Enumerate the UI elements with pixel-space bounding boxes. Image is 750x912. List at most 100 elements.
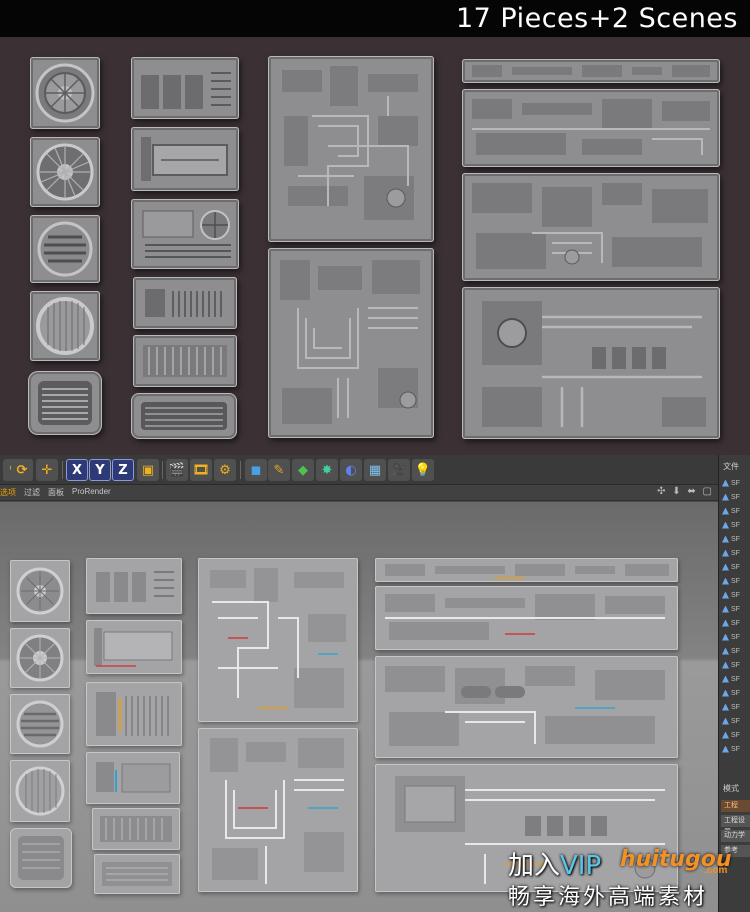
object-row[interactable]: SF (722, 477, 750, 489)
watermark-join: 加入 (508, 851, 561, 881)
object-row[interactable]: SF (722, 589, 750, 601)
object-label: SF (731, 479, 740, 487)
subdivision-button[interactable]: ◆ (292, 459, 314, 481)
object-row[interactable]: SF (722, 673, 750, 685)
object-icon (722, 731, 729, 739)
object-row[interactable]: SF (722, 547, 750, 559)
attr-tab-dynamics[interactable]: 动力学 (721, 830, 750, 842)
toolbar-separator (240, 461, 241, 479)
attr-tab-project[interactable]: 工程 (721, 800, 750, 812)
menu-panel[interactable]: 面板 (48, 487, 64, 498)
vp-box-3 (86, 682, 182, 746)
vp-circuit-lower (198, 728, 358, 892)
object-row[interactable]: SF (722, 687, 750, 699)
object-row[interactable]: SF (722, 645, 750, 657)
menu-options[interactable]: 选项 (0, 487, 16, 498)
object-row[interactable]: SF (722, 561, 750, 573)
object-icon (722, 535, 729, 543)
object-icon (722, 479, 729, 487)
y-axis-button[interactable]: Y (89, 459, 111, 481)
vp-box-1 (86, 558, 182, 614)
object-icon (722, 493, 729, 501)
vp-fan-2 (10, 628, 70, 688)
floor-button[interactable]: ▦ (364, 459, 386, 481)
wide-panel-2 (462, 89, 720, 167)
vp-wide-3 (375, 656, 678, 758)
object-icon (722, 619, 729, 627)
object-label: SF (731, 549, 740, 557)
object-label: SF (731, 717, 740, 725)
toolbar-separator (62, 461, 63, 479)
object-row[interactable]: SF (722, 659, 750, 671)
vp-vent-4 (10, 760, 70, 822)
main-toolbar: ↖ ⟳ ✛ X Y Z ▣ 🎬 🎞 ⚙ ◼ ✎ ◆ ✸ ◐ ▦ 🎥 💡 (0, 455, 720, 485)
watermark-vip: VIP (560, 851, 602, 881)
x-axis-button[interactable]: X (66, 459, 88, 481)
object-row[interactable]: SF (722, 617, 750, 629)
object-row[interactable]: SF (722, 715, 750, 727)
vp-vent-3 (10, 694, 70, 754)
object-label: SF (731, 493, 740, 501)
object-label: SF (731, 563, 740, 571)
object-row[interactable]: SF (722, 743, 750, 755)
object-row[interactable]: SF (722, 533, 750, 545)
render-settings-button[interactable]: ⚙ (214, 459, 236, 481)
object-label: SF (731, 577, 740, 585)
object-label: SF (731, 591, 740, 599)
vp-circuit-upper (198, 558, 358, 722)
render-picture-viewer-button[interactable]: 🎞 (190, 459, 212, 481)
cube-button[interactable]: ◼ (245, 459, 267, 481)
object-label: SF (731, 619, 740, 627)
rotate-tool-button[interactable]: ⟳ (11, 459, 33, 481)
vent-panel-3 (30, 215, 100, 283)
render-view-button[interactable]: 🎬 (166, 459, 188, 481)
object-label: SF (731, 689, 740, 697)
box-panel-5 (133, 335, 237, 387)
fan-panel-2 (30, 137, 100, 207)
vp-grille-5 (10, 828, 72, 888)
object-icon (722, 717, 729, 725)
object-icon (722, 563, 729, 571)
fan-panel-1 (30, 57, 100, 129)
object-row[interactable]: SF (722, 701, 750, 713)
camera-button[interactable]: 🎥 (388, 459, 410, 481)
wide-panel-3 (462, 173, 720, 281)
attribute-mode-label[interactable]: 模式 (723, 783, 739, 794)
object-manager-sidebar: 文件 SF SF SF SF SF SF SF SF SF SF SF SF S… (718, 455, 750, 912)
deformer-button[interactable]: ◐ (340, 459, 362, 481)
menu-filter[interactable]: 过滤 (24, 487, 40, 498)
object-label: SF (731, 535, 740, 543)
top-banner: 17 Pieces+2 Scenes (0, 0, 750, 37)
pen-tool-button[interactable]: ✎ (268, 459, 290, 481)
object-row[interactable]: SF (722, 575, 750, 587)
object-icon (722, 745, 729, 753)
attr-tab-project-settings[interactable]: 工程设置 (721, 815, 750, 836)
object-row[interactable]: SF (722, 603, 750, 615)
object-row[interactable]: SF (722, 729, 750, 741)
box-panel-1 (131, 57, 239, 119)
vp-box-5 (92, 808, 180, 850)
coordinate-system-button[interactable]: ▣ (137, 459, 159, 481)
object-row[interactable]: SF (722, 519, 750, 531)
z-axis-button[interactable]: Z (112, 459, 134, 481)
object-row[interactable]: SF (722, 505, 750, 517)
object-label: SF (731, 521, 740, 529)
grille-panel-5 (28, 371, 102, 435)
circuit-panel-lower (268, 248, 434, 438)
vp-box-2 (86, 620, 182, 674)
circuit-panel-upper (268, 56, 434, 242)
object-row[interactable]: SF (722, 631, 750, 643)
mograph-button[interactable]: ✸ (316, 459, 338, 481)
object-manager-header[interactable]: 文件 (723, 461, 739, 472)
add-tool-button[interactable]: ✛ (36, 459, 58, 481)
viewport-navigation-controls[interactable]: ✣ ⬇ ⬌ ▢ (657, 486, 714, 497)
toolbar-separator (162, 461, 163, 479)
watermark-line1: 加入VIP (508, 845, 601, 882)
watermark-tld: .com (704, 865, 728, 876)
object-label: SF (731, 647, 740, 655)
light-button[interactable]: 💡 (412, 459, 434, 481)
menu-prorender[interactable]: ProRender (72, 487, 111, 496)
render-showcase (0, 37, 750, 455)
object-row[interactable]: SF (722, 491, 750, 503)
banner-title: 17 Pieces+2 Scenes (455, 3, 738, 34)
